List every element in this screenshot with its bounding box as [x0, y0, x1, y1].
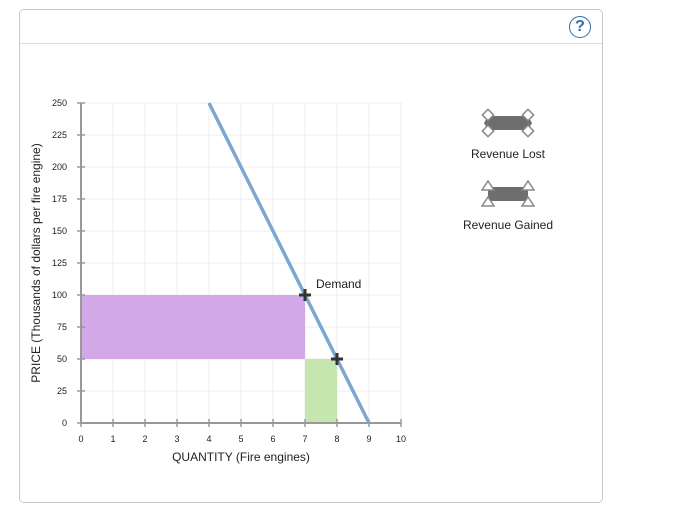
x-tick-label: 4: [206, 434, 211, 444]
markers: Demand: [299, 277, 361, 365]
chart: 0 25 50 75 100 125 150 175 200 225 250 0 1 2 3 4 5 6 7 8 9 10…: [29, 98, 553, 464]
x-tick-label: 9: [366, 434, 371, 444]
y-tick-label: 225: [52, 130, 67, 140]
x-tick-label: 5: [238, 434, 243, 444]
y-tick-label: 0: [62, 418, 67, 428]
x-axis-title: QUANTITY (Fire engines): [172, 450, 310, 464]
region-revenue-lost[interactable]: [81, 295, 305, 359]
triangle-handle-icon: [520, 179, 536, 191]
y-tick-label: 250: [52, 98, 67, 108]
x-tick-label: 0: [78, 434, 83, 444]
region-revenue-gained[interactable]: [305, 359, 337, 423]
legend-label: Revenue Lost: [471, 147, 546, 161]
y-axis-title: PRICE (Thousands of dollars per fire eng…: [29, 143, 43, 382]
grid: [81, 102, 402, 423]
y-tick-label: 125: [52, 258, 67, 268]
y-tick-label: 50: [57, 354, 67, 364]
y-tick-label: 150: [52, 226, 67, 236]
legend-item-revenue-gained[interactable]: Revenue Gained: [463, 179, 553, 232]
x-tick-label: 1: [110, 434, 115, 444]
y-tick-label: 175: [52, 194, 67, 204]
x-tick-label: 3: [174, 434, 179, 444]
x-tick-label: 7: [302, 434, 307, 444]
legend-label: Revenue Gained: [463, 218, 553, 232]
legend: Revenue Lost Revenue Gained: [463, 108, 553, 232]
demand-label: Demand: [316, 277, 361, 291]
legend-item-revenue-lost[interactable]: Revenue Lost: [471, 108, 546, 161]
y-tick-label: 25: [57, 386, 67, 396]
y-tick-label: 100: [52, 290, 67, 300]
x-tick-label: 6: [270, 434, 275, 444]
y-tick-label: 75: [57, 322, 67, 332]
y-tick-label: 200: [52, 162, 67, 172]
x-tick-label: 8: [334, 434, 339, 444]
x-tick-label: 10: [396, 434, 406, 444]
triangle-handle-icon: [480, 179, 496, 191]
x-tick-label: 2: [142, 434, 147, 444]
